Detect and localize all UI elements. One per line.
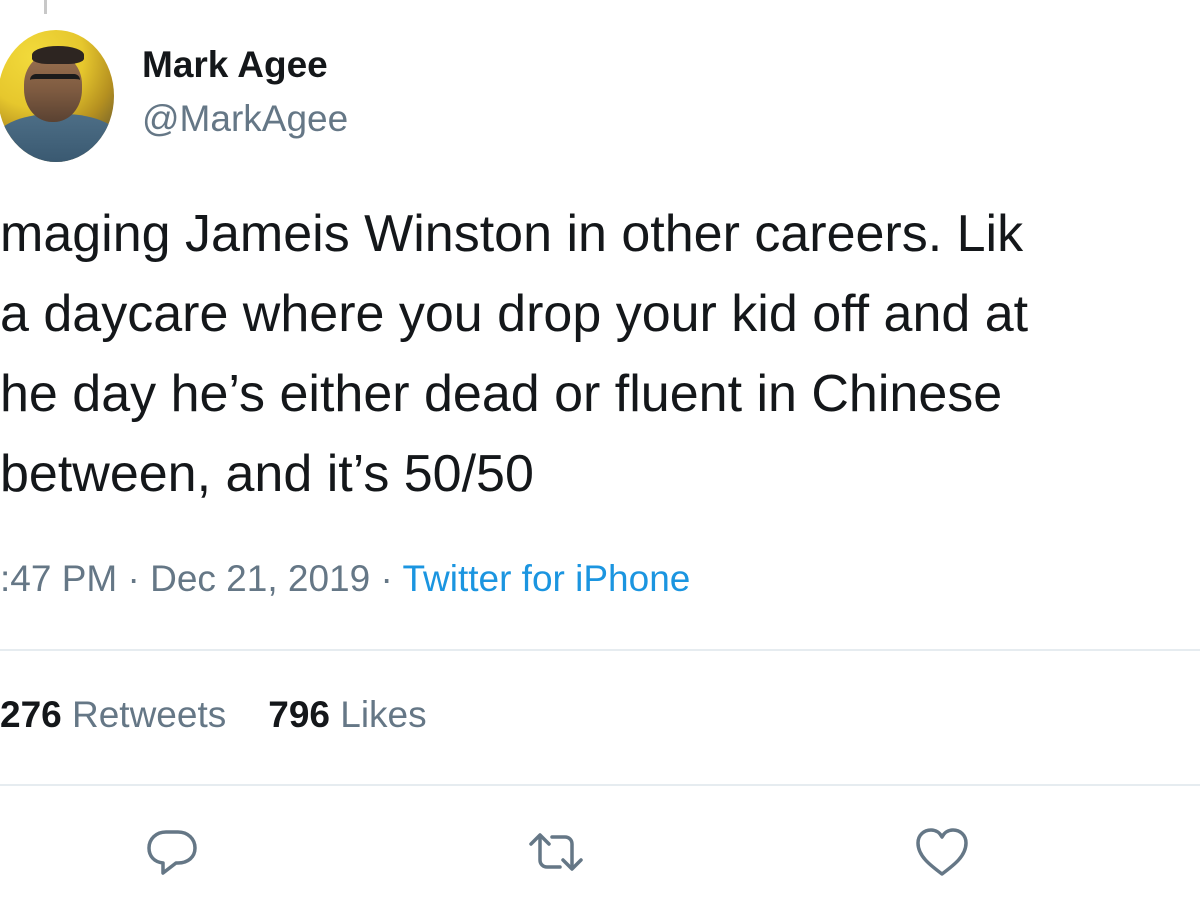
tweet-text-line: a daycare where you drop your kid off an… [0,285,1029,343]
avatar-glasses [30,74,80,89]
tweet-text-line: maging Jameis Winston in other careers. … [0,205,1024,263]
tweet-source-link[interactable]: Twitter for iPhone [402,558,690,599]
tweet-date[interactable]: Dec 21, 2019 [150,558,370,599]
meta-separator: · [117,558,151,599]
likes-stat[interactable]: 796 Likes [268,694,426,735]
tweet-text-line: he day he’s either dead or fluent in Chi… [0,365,1003,423]
author-name[interactable]: Mark Agee [142,44,328,86]
divider [0,649,1200,651]
divider [0,784,1200,786]
tweet-meta: :47 PM · Dec 21, 2019 · Twitter for iPho… [0,558,1200,600]
tweet-text: maging Jameis Winston in other careers. … [0,194,1200,514]
avatar[interactable] [0,30,114,162]
retweet-icon[interactable] [526,824,586,880]
retweets-label: Retweets [61,694,227,735]
tweet-text-line: between, and it’s 50/50 [0,445,534,503]
avatar-hair [32,46,84,64]
tweet-stats: 276 Retweets 796 Likes [0,694,427,736]
heart-icon[interactable] [912,824,972,880]
meta-separator: · [370,558,403,599]
tweet-view: Mark Agee @MarkAgee maging Jameis Winsto… [0,0,1200,900]
likes-count: 796 [268,694,330,735]
tweet-time[interactable]: :47 PM [0,558,117,599]
author-handle[interactable]: @MarkAgee [142,98,348,140]
likes-label: Likes [329,694,427,735]
reply-icon[interactable] [142,824,202,880]
retweets-count: 276 [0,694,62,735]
top-divider-tick [44,0,47,14]
retweets-stat[interactable]: 276 Retweets [0,694,226,735]
